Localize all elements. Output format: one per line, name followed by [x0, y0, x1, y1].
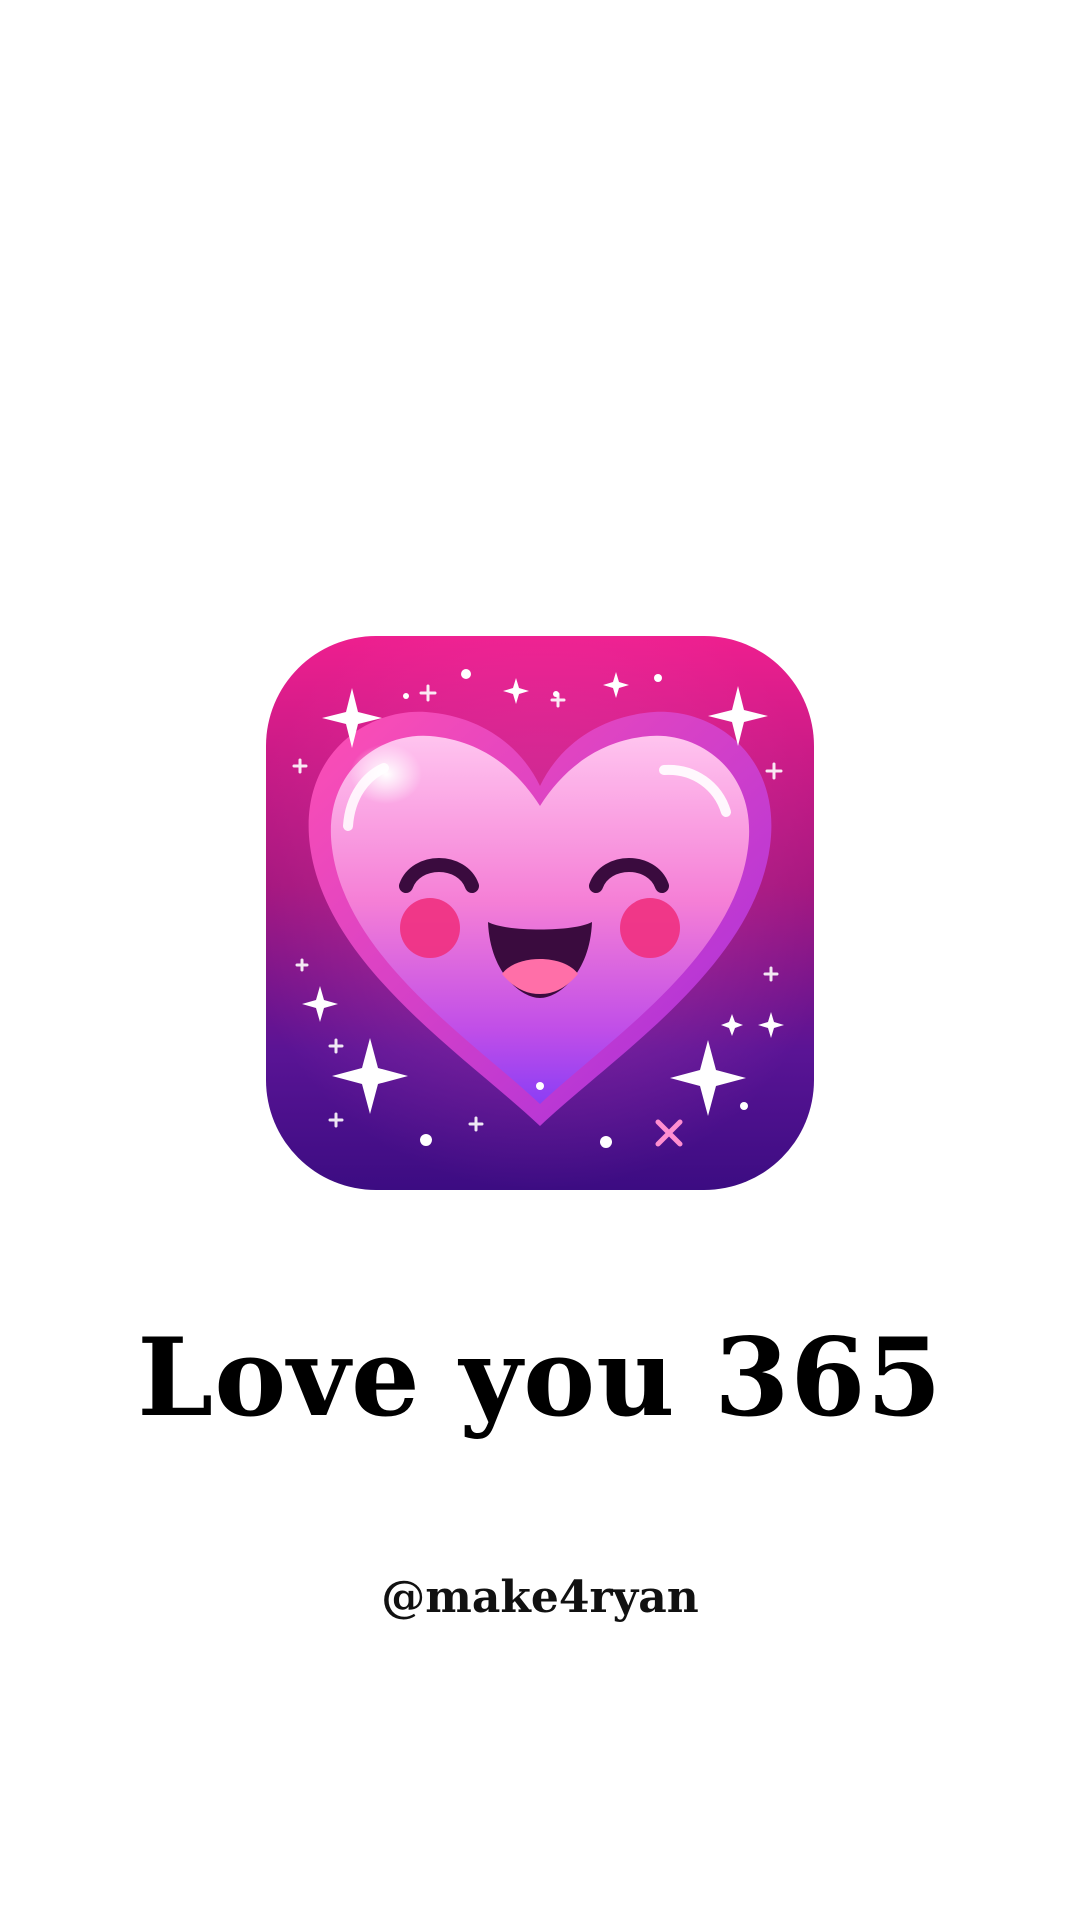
splash-screen: Love you 365 @make4ryan [0, 0, 1080, 1920]
smiling-heart-icon [266, 636, 814, 1190]
app-title: Love you 365 [137, 1315, 943, 1441]
app-icon [266, 636, 814, 1190]
author-handle: @make4ryan [381, 1572, 699, 1623]
